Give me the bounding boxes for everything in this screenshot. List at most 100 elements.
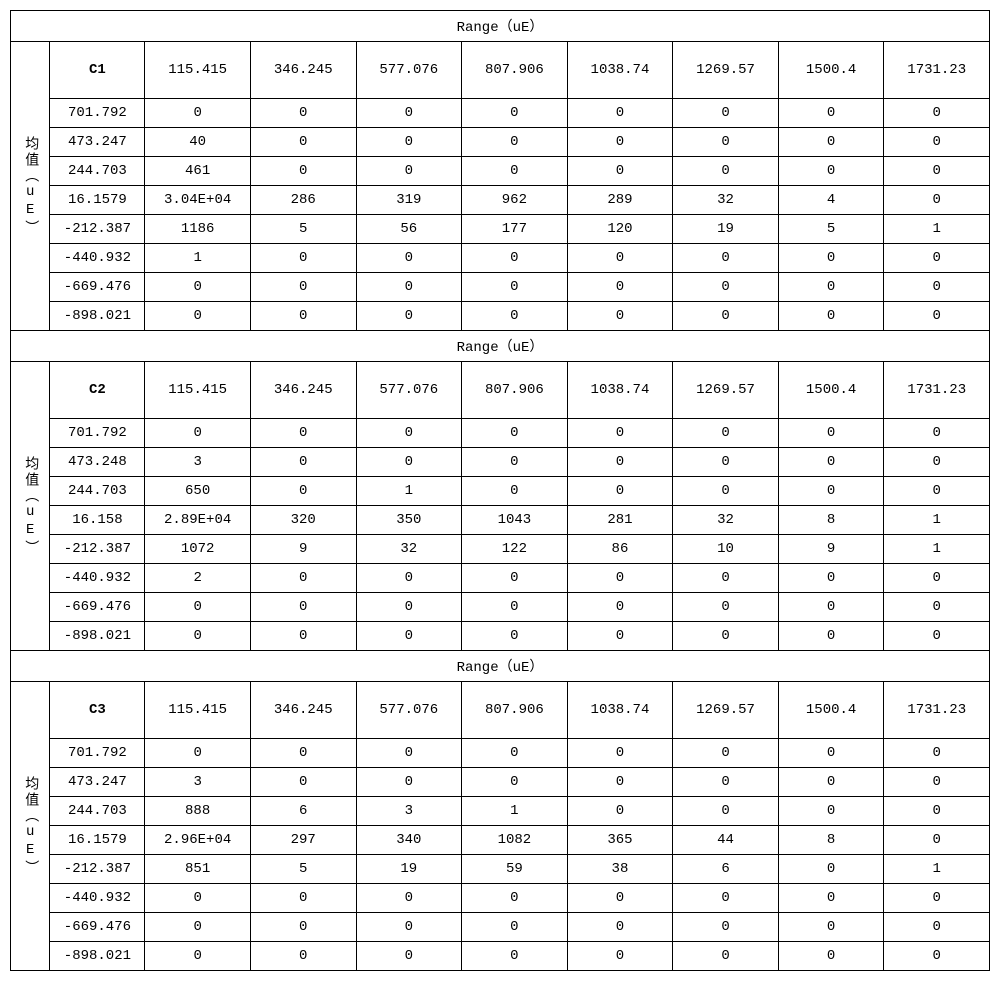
data-cell: 320 [250, 506, 356, 535]
data-cell: 0 [778, 913, 884, 942]
data-cell: 0 [884, 99, 990, 128]
data-cell: 0 [567, 739, 673, 768]
data-cell: 650 [145, 477, 251, 506]
data-cell: 0 [250, 128, 356, 157]
data-cell: 0 [462, 942, 568, 971]
data-cell: 0 [145, 593, 251, 622]
row-label: 244.703 [50, 157, 145, 186]
data-cell: 8 [778, 506, 884, 535]
data-cell: 0 [250, 244, 356, 273]
data-cell: 0 [356, 593, 462, 622]
data-cell: 0 [356, 564, 462, 593]
column-header: 1731.23 [884, 42, 990, 99]
data-cell: 0 [673, 244, 779, 273]
data-cell: 0 [567, 622, 673, 651]
column-header: 1038.74 [567, 362, 673, 419]
data-cell: 2 [145, 564, 251, 593]
data-cell: 0 [567, 99, 673, 128]
data-cell: 0 [145, 99, 251, 128]
data-cell: 3.04E+04 [145, 186, 251, 215]
column-header: 1269.57 [673, 682, 779, 739]
data-cell: 0 [778, 244, 884, 273]
row-label: -898.021 [50, 942, 145, 971]
data-cell: 1072 [145, 535, 251, 564]
data-cell: 0 [250, 913, 356, 942]
data-cell: 1043 [462, 506, 568, 535]
data-cell: 0 [462, 448, 568, 477]
data-cell: 0 [462, 913, 568, 942]
data-cell: 0 [884, 302, 990, 331]
data-cell: 0 [673, 942, 779, 971]
data-cell: 0 [145, 739, 251, 768]
row-label: -440.932 [50, 244, 145, 273]
data-cell: 32 [356, 535, 462, 564]
table-row: -898.02100000000 [11, 942, 990, 971]
data-cell: 0 [462, 244, 568, 273]
data-cell: 0 [462, 99, 568, 128]
data-cell: 0 [567, 797, 673, 826]
column-header: 346.245 [250, 362, 356, 419]
range-header-row: Range（uE） [11, 331, 990, 362]
data-cell: 289 [567, 186, 673, 215]
data-cell: 0 [567, 942, 673, 971]
data-cell: 0 [462, 739, 568, 768]
data-cell: 0 [884, 244, 990, 273]
table-row: -212.38711865561771201951 [11, 215, 990, 244]
row-label: -440.932 [50, 564, 145, 593]
column-header: 1731.23 [884, 682, 990, 739]
data-cell: 0 [567, 273, 673, 302]
data-cell: 0 [778, 942, 884, 971]
data-cell: 0 [567, 884, 673, 913]
row-label: -440.932 [50, 884, 145, 913]
data-cell: 0 [673, 739, 779, 768]
table-row: 473.24830000000 [11, 448, 990, 477]
data-cell: 0 [884, 768, 990, 797]
data-cell: 340 [356, 826, 462, 855]
data-cell: 0 [462, 477, 568, 506]
data-cell: 0 [250, 564, 356, 593]
data-cell: 9 [250, 535, 356, 564]
table-row: -212.3878515195938601 [11, 855, 990, 884]
column-header: 1038.74 [567, 42, 673, 99]
data-cell: 122 [462, 535, 568, 564]
data-cell: 962 [462, 186, 568, 215]
column-header: 1731.23 [884, 362, 990, 419]
data-cell: 0 [778, 564, 884, 593]
data-cell: 40 [145, 128, 251, 157]
row-label: -212.387 [50, 855, 145, 884]
data-cell: 0 [250, 884, 356, 913]
table-row: 16.15793.04E+042863199622893240 [11, 186, 990, 215]
data-cell: 1 [884, 535, 990, 564]
data-cell: 0 [567, 128, 673, 157]
column-header-row: 均值（uE）C1115.415346.245577.076807.9061038… [11, 42, 990, 99]
row-label: 473.247 [50, 768, 145, 797]
data-cell: 6 [673, 855, 779, 884]
data-cell: 0 [778, 157, 884, 186]
data-cell: 0 [567, 477, 673, 506]
range-header: Range（uE） [11, 11, 990, 42]
row-label: -898.021 [50, 622, 145, 651]
row-label: 701.792 [50, 99, 145, 128]
table-row: -669.47600000000 [11, 593, 990, 622]
data-cell: 0 [356, 273, 462, 302]
data-cell: 0 [673, 884, 779, 913]
data-cell: 3 [145, 768, 251, 797]
range-header: Range（uE） [11, 651, 990, 682]
section-name: C3 [50, 682, 145, 739]
data-cell: 0 [250, 273, 356, 302]
column-header-row: 均值（uE）C3115.415346.245577.076807.9061038… [11, 682, 990, 739]
data-cell: 0 [778, 419, 884, 448]
data-cell: 0 [884, 826, 990, 855]
data-cell: 1 [462, 797, 568, 826]
data-cell: 0 [145, 622, 251, 651]
data-cell: 0 [673, 622, 779, 651]
data-cell: 0 [462, 273, 568, 302]
data-cell: 0 [356, 913, 462, 942]
data-cell: 6 [250, 797, 356, 826]
table-row: 244.7038886310000 [11, 797, 990, 826]
data-cell: 0 [567, 913, 673, 942]
data-cell: 177 [462, 215, 568, 244]
row-label: -212.387 [50, 215, 145, 244]
row-label: -669.476 [50, 273, 145, 302]
table-row: -212.3871072932122861091 [11, 535, 990, 564]
